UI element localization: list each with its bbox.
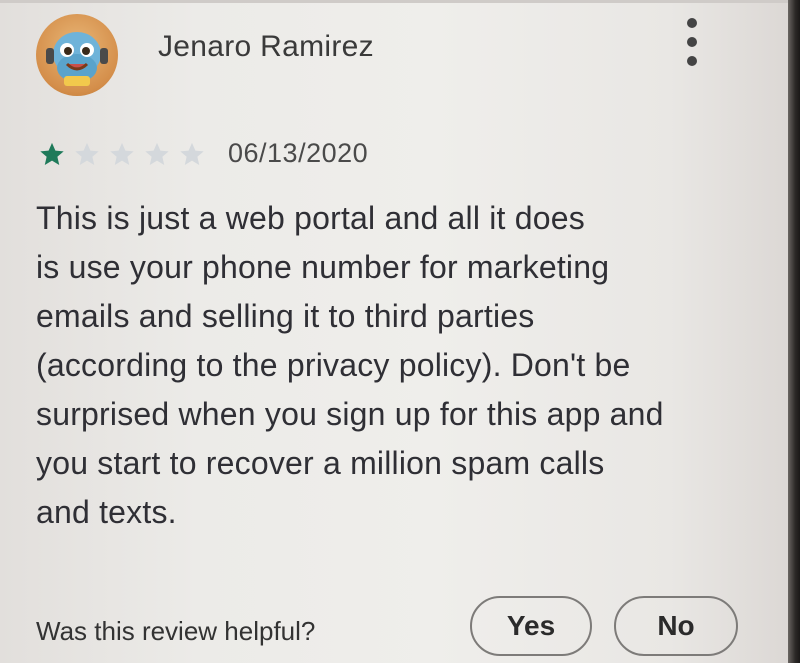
review-text: This is just a web portal and all it doe… bbox=[36, 194, 776, 537]
review-card: Jenaro Ramirez 06/13/2020 This is just a… bbox=[0, 0, 788, 663]
more-vert-icon-dot bbox=[687, 37, 697, 47]
review-text-line: you start to recover a million spam call… bbox=[36, 445, 605, 481]
review-text-line: is use your phone number for marketing bbox=[36, 249, 610, 285]
more-vert-icon bbox=[687, 18, 697, 28]
helpful-question: Was this review helpful? bbox=[36, 616, 316, 646]
avatar-icon bbox=[46, 32, 108, 86]
review-text-line: (according to the privacy policy). Don't… bbox=[36, 347, 631, 383]
review-header: Jenaro Ramirez bbox=[0, 0, 788, 100]
star-filled-icon bbox=[40, 142, 64, 165]
more-options-button[interactable] bbox=[676, 12, 708, 72]
star-rating bbox=[36, 140, 208, 168]
device-bezel bbox=[788, 0, 800, 663]
review-text-line: This is just a web portal and all it doe… bbox=[36, 200, 585, 236]
more-vert-icon-dot bbox=[687, 56, 697, 66]
reviewer-name: Jenaro Ramirez bbox=[158, 30, 374, 63]
star-empty-icon bbox=[145, 142, 169, 165]
star-empty-icon bbox=[75, 142, 99, 165]
avatar bbox=[36, 14, 118, 96]
helpful-footer: Was this review helpful? Yes No bbox=[0, 588, 788, 663]
no-button[interactable]: No bbox=[614, 596, 738, 656]
star-empty-icon bbox=[110, 142, 134, 165]
review-date: 06/13/2020 bbox=[228, 138, 369, 168]
yes-button[interactable]: Yes bbox=[470, 596, 592, 656]
review-text-line: and texts. bbox=[36, 494, 177, 530]
review-text-line: surprised when you sign up for this app … bbox=[36, 396, 664, 432]
star-empty-icon bbox=[180, 142, 204, 165]
review-text-line: emails and selling it to third parties bbox=[36, 298, 535, 334]
rating-row: 06/13/2020 bbox=[36, 136, 436, 172]
